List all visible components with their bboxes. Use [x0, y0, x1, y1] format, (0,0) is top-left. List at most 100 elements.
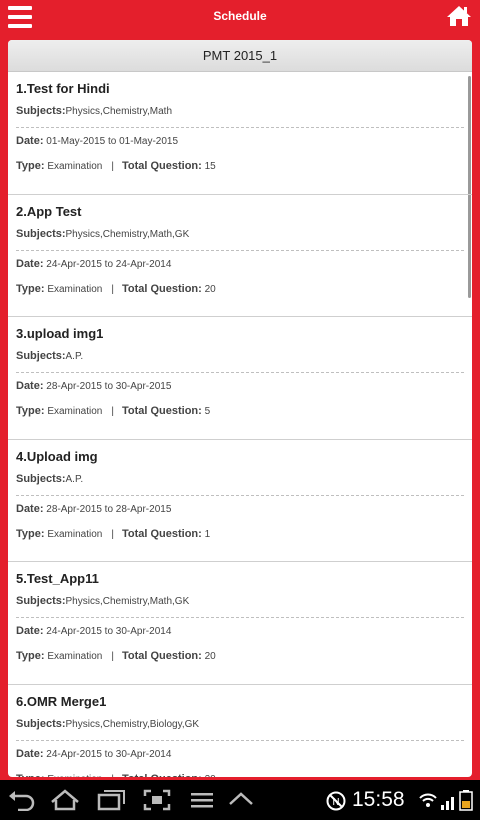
nav-home-icon[interactable]	[50, 789, 80, 811]
type-row: Type: Examination | Total Question: 20	[16, 650, 464, 662]
date-label: Date:	[16, 747, 44, 760]
test-card[interactable]: 4.Upload img Subjects:A.P. Date: 28-Apr-20…	[8, 440, 472, 562]
test-card[interactable]: 3.upload img1 Subjects:A.P. Date: 28-Apr-2…	[8, 317, 472, 440]
separator: |	[111, 774, 114, 778]
divider	[16, 617, 464, 618]
total-question-value: 20	[204, 651, 216, 662]
total-question-value: 5	[204, 406, 211, 417]
back-icon[interactable]	[8, 789, 36, 811]
type-value: Examination	[47, 406, 103, 417]
test-title: 5.Test_App11	[16, 571, 99, 586]
separator: |	[111, 528, 114, 540]
panel-header: PMT 2015_1	[8, 40, 472, 72]
divider	[16, 127, 464, 128]
date-label: Date:	[16, 380, 44, 392]
separator: |	[111, 161, 114, 172]
total-question-value: 15	[204, 161, 216, 172]
test-title: 3.upload img1	[16, 326, 104, 341]
divider	[16, 372, 464, 373]
type-label: Type:	[16, 405, 45, 417]
schedule-panel: PMT 2015_1 1.Test for Hindi Subjects:Phys…	[8, 40, 472, 777]
test-card[interactable]: 6.OMR Merge1 Subjects:Physics,Chemistry,B…	[8, 685, 472, 778]
type-value: Examination	[47, 774, 102, 778]
type-row: Type: Examination | Total Question: 5	[16, 405, 464, 417]
date-value: 01-May-2015 to 01-May-2015	[46, 136, 179, 147]
type-value: Examination	[47, 283, 103, 295]
divider	[16, 739, 464, 741]
total-question-label: Total Question:	[121, 527, 202, 540]
total-question-value: 1	[204, 528, 211, 540]
total-question-label: Total Question:	[121, 650, 202, 662]
type-label: Type:	[16, 282, 45, 295]
subjects-row: Subjects:Physics,Chemistry,Math	[16, 105, 464, 117]
test-title: 6.OMR Merge1	[16, 693, 107, 709]
date-row: Date: 01-May-2015 to 01-May-2015	[16, 135, 464, 147]
total-question-label: Total Question:	[121, 160, 202, 172]
subjects-value: A.P.	[65, 351, 84, 362]
subjects-label: Subjects:	[16, 472, 66, 485]
total-question-value: 20	[205, 774, 216, 778]
subjects-label: Subjects:	[16, 350, 66, 362]
home-icon[interactable]	[446, 4, 472, 28]
total-question-value: 20	[204, 283, 216, 295]
subjects-row: Subjects:Physics,Chemistry,Math,GK	[16, 228, 464, 240]
no-sim-icon: N	[326, 791, 346, 811]
type-row: Type: Examination | Total Question: 20	[16, 773, 464, 778]
signal-icon	[441, 797, 454, 810]
type-row: Type: Examination | Total Question: 15	[16, 160, 464, 172]
test-card[interactable]: 2.App Test Subjects:Physics,Chemistry,Mat…	[8, 195, 472, 317]
app-toolbar: Schedule	[0, 0, 480, 34]
separator: |	[111, 406, 114, 417]
date-row: Date: 28-Apr-2015 to 28-Apr-2015	[16, 503, 464, 515]
subjects-value: Physics,Chemistry,Math	[65, 106, 173, 117]
more-icon[interactable]	[190, 789, 214, 811]
date-value: 24-Apr-2015 to 24-Apr-2014	[46, 258, 172, 270]
page-title: Schedule	[213, 9, 267, 23]
total-question-label: Total Question:	[122, 773, 202, 778]
type-value: Examination	[47, 651, 103, 662]
date-value: 28-Apr-2015 to 30-Apr-2015	[46, 381, 172, 392]
subjects-value: Physics,Chemistry,Biology,GK	[65, 718, 200, 730]
subjects-label: Subjects:	[16, 227, 66, 240]
test-title: 1.Test for Hindi	[16, 81, 110, 96]
subjects-row: Subjects:Physics,Chemistry,Biology,GK	[16, 718, 464, 730]
subjects-label: Subjects:	[16, 105, 66, 117]
total-question-label: Total Question:	[121, 405, 202, 417]
divider	[16, 494, 464, 496]
type-label: Type:	[16, 160, 45, 172]
test-card[interactable]: 1.Test for Hindi Subjects:Physics,Chemist…	[8, 72, 472, 195]
date-label: Date:	[16, 625, 44, 637]
type-row: Type: Examination | Total Question: 1	[16, 528, 464, 540]
date-label: Date:	[16, 257, 44, 270]
date-value: 28-Apr-2015 to 28-Apr-2015	[46, 503, 172, 515]
type-value: Examination	[47, 528, 103, 540]
type-row: Type: Examination | Total Question: 20	[16, 283, 464, 295]
type-label: Type:	[16, 773, 45, 778]
recent-apps-icon[interactable]	[97, 789, 127, 811]
test-title: 2.App Test	[16, 203, 82, 219]
system-nav-bar: N 15:58	[0, 780, 480, 820]
subjects-value: Physics,Chemistry,Math,GK	[65, 596, 190, 607]
subjects-row: Subjects:A.P.	[16, 350, 464, 362]
chevron-up-icon[interactable]	[228, 789, 254, 811]
status-clock: 15:58	[352, 788, 405, 811]
date-row: Date: 24-Apr-2015 to 30-Apr-2014	[16, 748, 464, 760]
type-label: Type:	[16, 527, 45, 540]
battery-icon	[459, 790, 473, 811]
screenshot-icon[interactable]	[143, 789, 171, 811]
svg-text:N: N	[332, 797, 339, 808]
type-value: Examination	[47, 161, 103, 172]
subjects-value: A.P.	[65, 473, 84, 485]
separator: |	[111, 283, 114, 295]
subjects-row: Subjects:A.P.	[16, 473, 464, 485]
subjects-row: Subjects:Physics,Chemistry,Math,GK	[16, 595, 464, 607]
divider	[16, 249, 464, 251]
date-value: 24-Apr-2015 to 30-Apr-2014	[46, 626, 172, 637]
date-label: Date:	[16, 135, 44, 147]
test-card[interactable]: 5.Test_App11 Subjects:Physics,Chemistry,M…	[8, 562, 472, 685]
wifi-icon	[419, 793, 437, 807]
date-value: 24-Apr-2015 to 30-Apr-2014	[46, 748, 172, 760]
separator: |	[111, 651, 114, 662]
test-title: 4.Upload img	[16, 448, 98, 464]
test-list[interactable]: 1.Test for Hindi Subjects:Physics,Chemist…	[8, 72, 472, 777]
